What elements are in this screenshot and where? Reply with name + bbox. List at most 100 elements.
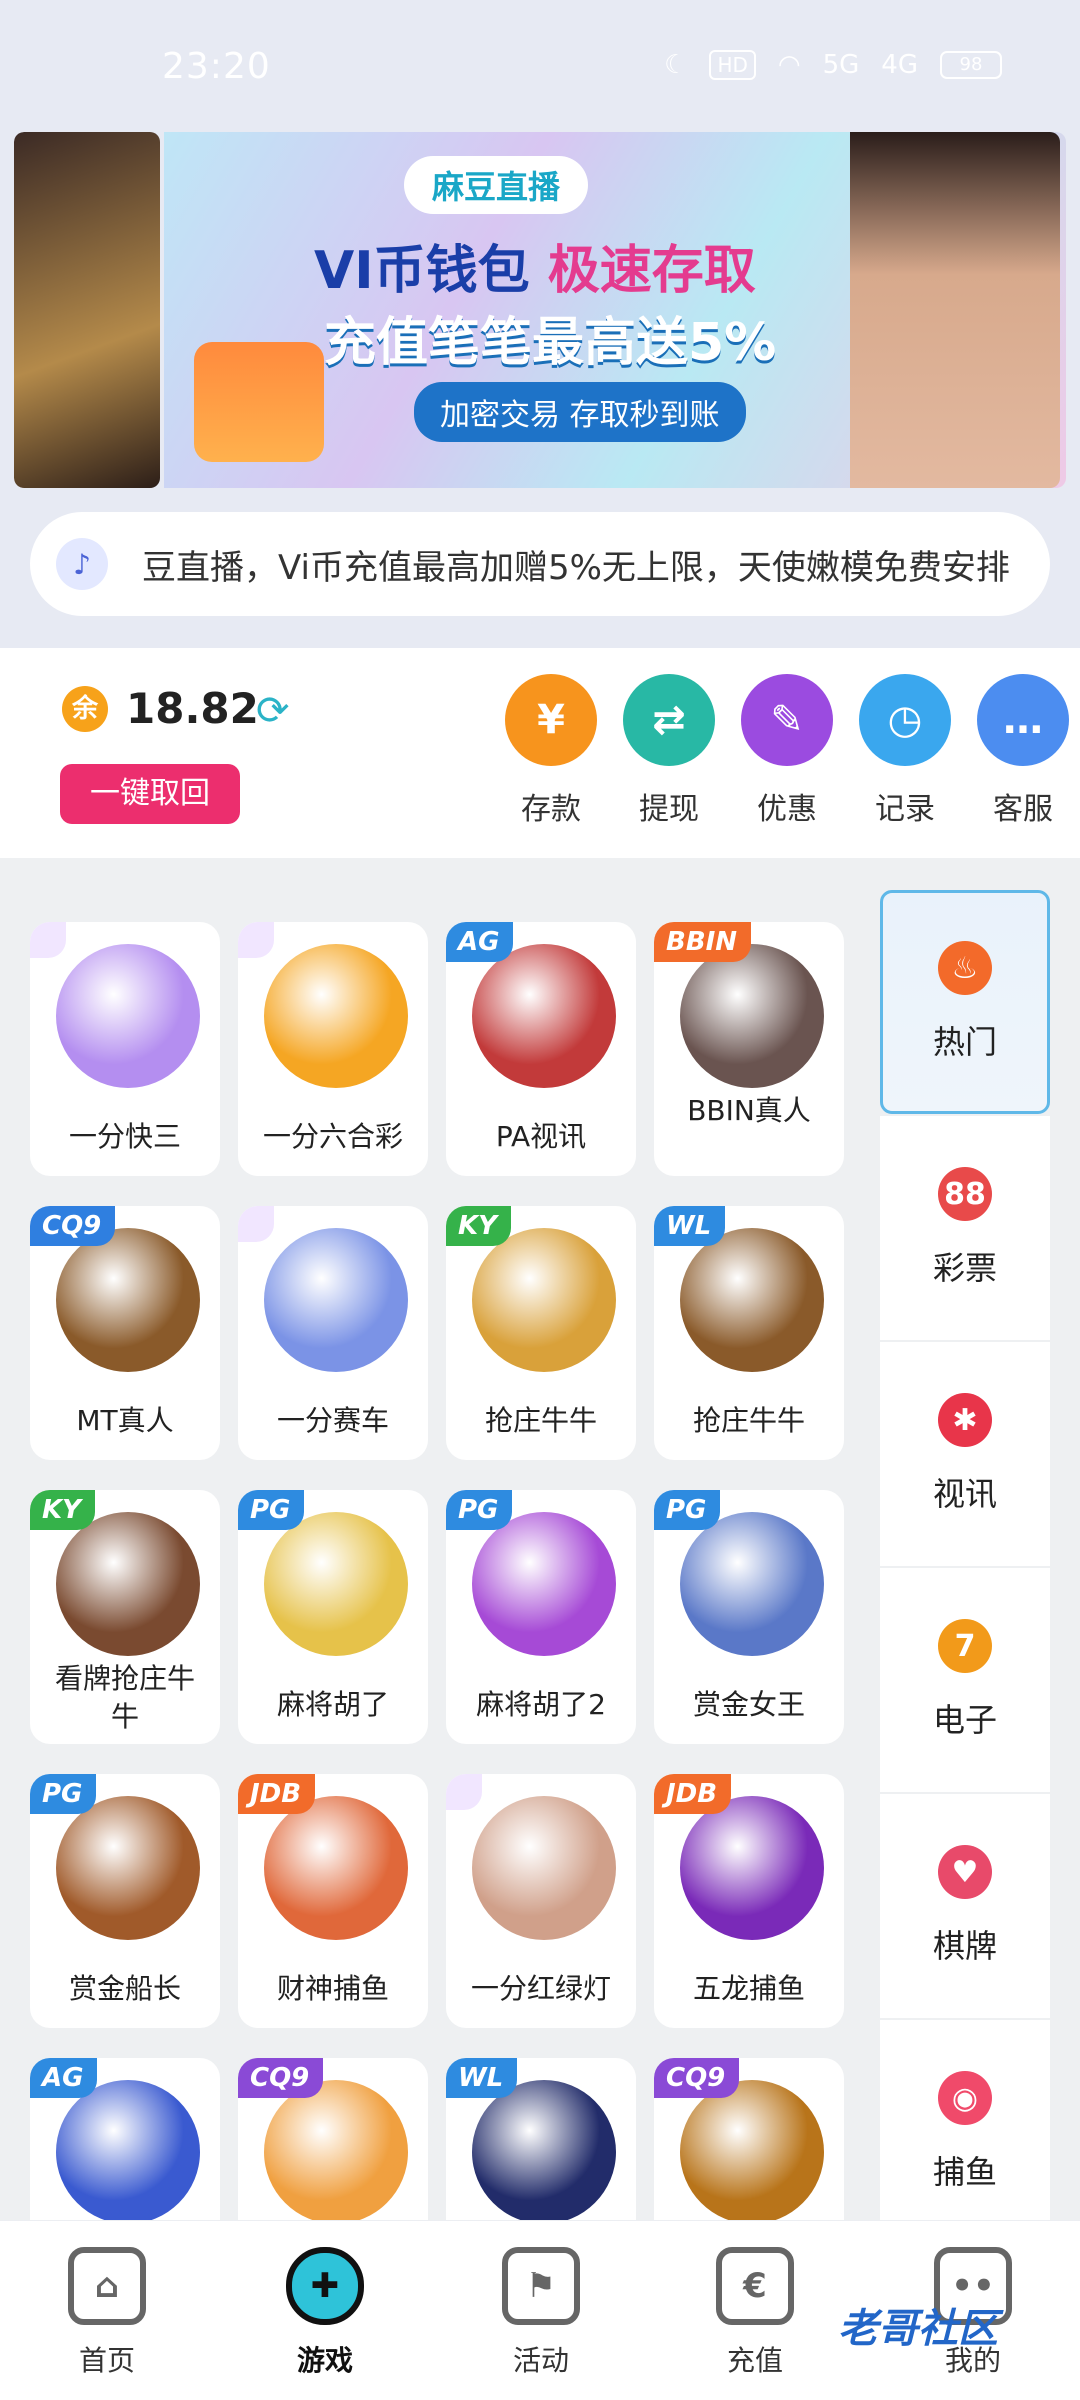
- announcement-text: 豆直播，Vi币充值最高加赠5%无上限，天使嫩模免费安排: [142, 547, 1010, 588]
- slot-seven-icon: 7: [938, 1619, 992, 1673]
- tab-wallet[interactable]: € 充值: [680, 2247, 830, 2379]
- refresh-icon[interactable]: ⟳: [256, 688, 290, 734]
- banner-model-image: [850, 132, 1060, 488]
- game-thumbnail: [472, 1796, 616, 1940]
- category-fish[interactable]: ◉ 捕鱼: [880, 2020, 1050, 2220]
- watermark-logo: 老哥社区: [838, 2306, 998, 2352]
- provider-badge: [238, 922, 274, 958]
- game-card[interactable]: BBIN BBIN真人: [654, 922, 844, 1176]
- game-card[interactable]: KY 看牌抢庄牛牛: [30, 1490, 220, 1744]
- game-thumbnail: [264, 1512, 408, 1656]
- withdraw-all-button[interactable]: 一键取回: [60, 764, 240, 824]
- game-card[interactable]: JDB 五龙捕鱼: [654, 1774, 844, 2028]
- provider-badge: AG: [446, 922, 514, 962]
- category-chip[interactable]: ✱ 视讯: [880, 1342, 1050, 1566]
- banner-headline-b: 极速存取: [547, 241, 756, 301]
- wallet-action-clock[interactable]: ◷ 记录: [846, 674, 964, 828]
- game-thumbnail: [56, 1512, 200, 1656]
- game-thumbnail: [264, 1228, 408, 1372]
- bell-icon: ♪: [56, 538, 108, 590]
- game-card[interactable]: PG 麻将胡了: [238, 1490, 428, 1744]
- status-bar: 23:20 ☾ HD ◠ 5G 4G 98: [0, 0, 1080, 130]
- game-name: 赏金女王: [692, 1688, 805, 1721]
- wallet-icon: €: [716, 2247, 794, 2325]
- game-card[interactable]: WL: [446, 2058, 636, 2220]
- promo-banner[interactable]: 麻豆直播 VI币钱包 极速存取 充值笔笔最高送5% 加密交易 存取秒到账: [14, 132, 1066, 488]
- game-card[interactable]: JDB 财神捕鱼: [238, 1774, 428, 2028]
- wallet-action-tag[interactable]: ✎ 优惠: [728, 674, 846, 828]
- game-card[interactable]: PG 赏金女王: [654, 1490, 844, 1744]
- provider-badge: PG: [446, 1490, 513, 1530]
- game-name: 五龙捕鱼: [692, 1972, 805, 2005]
- wallet-action-chat[interactable]: … 客服: [964, 674, 1080, 828]
- game-name: 抢庄牛牛: [692, 1404, 805, 1437]
- signal-5g-icon: 5G: [822, 50, 860, 80]
- cards-icon: ♥: [938, 1845, 992, 1899]
- tab-home[interactable]: ⌂ 首页: [32, 2247, 182, 2379]
- game-name: 一分红绿灯: [470, 1972, 611, 2005]
- provider-badge: JDB: [654, 1774, 732, 1814]
- game-name: MT真人: [76, 1404, 174, 1437]
- tab-label: 首页: [78, 2344, 135, 2377]
- game-card[interactable]: AG PA视讯: [446, 922, 636, 1176]
- provider-badge: CQ9: [238, 2058, 324, 2098]
- game-thumbnail: [680, 2080, 824, 2220]
- game-thumbnail: [472, 1512, 616, 1656]
- game-card[interactable]: 一分红绿灯: [446, 1774, 636, 2028]
- game-thumbnail: [680, 1228, 824, 1372]
- wallet-action-yen[interactable]: ¥ 存款: [492, 674, 610, 828]
- game-card[interactable]: KY 抢庄牛牛: [446, 1206, 636, 1460]
- tab-flag[interactable]: ⚑ 活动: [466, 2247, 616, 2379]
- game-card[interactable]: CQ9: [654, 2058, 844, 2220]
- wallet-action-label: 提现: [639, 792, 699, 827]
- wifi-icon: ◠: [777, 50, 801, 80]
- fish-icon: ◉: [938, 2071, 992, 2125]
- category-slot-seven[interactable]: 7 电子: [880, 1568, 1050, 1792]
- game-name: 看牌抢庄牛牛: [54, 1662, 195, 1733]
- category-cards[interactable]: ♥ 棋牌: [880, 1794, 1050, 2018]
- game-card[interactable]: WL 抢庄牛牛: [654, 1206, 844, 1460]
- banner-headline-a: VI币钱包: [314, 241, 530, 301]
- yen-icon: ¥: [505, 674, 597, 766]
- game-thumbnail: [264, 944, 408, 1088]
- provider-badge: PG: [30, 1774, 97, 1814]
- game-card[interactable]: CQ9: [238, 2058, 428, 2220]
- status-time: 23:20: [162, 46, 271, 87]
- category-sidebar: ♨ 热门 88 彩票 ✱ 视讯 7 电子 ♥ 棋牌 ◉ 捕鱼: [880, 890, 1050, 2220]
- hd-icon: HD: [709, 50, 756, 80]
- game-card[interactable]: PG 麻将胡了2: [446, 1490, 636, 1744]
- provider-badge: KY: [30, 1490, 95, 1530]
- moon-icon: ☾: [664, 50, 688, 80]
- banner-tagline: 加密交易 存取秒到账: [414, 382, 746, 442]
- category-label: 视讯: [932, 1475, 997, 1513]
- banner-prev-image: [14, 132, 160, 488]
- tab-label: 充值: [726, 2344, 783, 2377]
- tab-gamepad[interactable]: ✚ 游戏: [250, 2247, 400, 2379]
- wallet-action-exchange[interactable]: ⇄ 提现: [610, 674, 728, 828]
- gamepad-icon: ✚: [286, 2247, 364, 2325]
- game-card[interactable]: 一分赛车: [238, 1206, 428, 1460]
- chat-icon: …: [977, 674, 1069, 766]
- provider-badge: [446, 1774, 482, 1810]
- provider-badge: PG: [654, 1490, 721, 1530]
- provider-badge: PG: [238, 1490, 305, 1530]
- game-card[interactable]: PG 赏金船长: [30, 1774, 220, 2028]
- category-fire[interactable]: ♨ 热门: [880, 890, 1050, 1114]
- game-thumbnail: [56, 1796, 200, 1940]
- announcement-marquee[interactable]: ♪ 豆直播，Vi币充值最高加赠5%无上限，天使嫩模免费安排: [30, 512, 1050, 616]
- game-card[interactable]: 一分快三: [30, 922, 220, 1176]
- category-label: 彩票: [932, 1249, 997, 1287]
- banner-headline: VI币钱包 极速存取: [314, 228, 756, 303]
- game-card[interactable]: AG: [30, 2058, 220, 2220]
- game-thumbnail: [56, 2080, 200, 2220]
- game-card[interactable]: 一分六合彩: [238, 922, 428, 1176]
- game-thumbnail: [56, 944, 200, 1088]
- game-card[interactable]: CQ9 MT真人: [30, 1206, 220, 1460]
- game-name: 一分六合彩: [262, 1120, 403, 1153]
- game-name: BBIN真人: [687, 1094, 811, 1127]
- provider-badge: KY: [446, 1206, 511, 1246]
- category-lottery-ball[interactable]: 88 彩票: [880, 1116, 1050, 1340]
- provider-badge: [238, 1206, 274, 1242]
- fire-icon: ♨: [938, 941, 992, 995]
- game-thumbnail: [264, 1796, 408, 1940]
